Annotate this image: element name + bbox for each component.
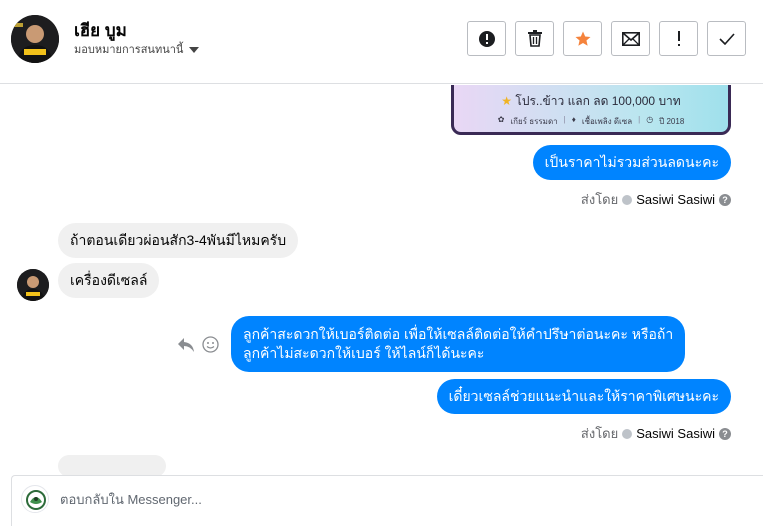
mark-done-button[interactable] [707,21,746,56]
message-text: ถ้าตอนเดียวผ่อนสัก3-4พันมีไหมครับ [70,232,287,248]
message-text: เครื่องดีเซลล์ [70,272,148,288]
mark-spam-button[interactable] [467,21,506,56]
star-button[interactable] [563,21,602,56]
mail-icon [621,31,640,46]
shared-image-card[interactable]: ★ โปร..ข้าว แลก ลด 100,000 บาท ✿ เกียร์ … [451,85,731,135]
agent-name[interactable]: Sasiwi Sasiwi [636,192,715,207]
assign-conversation-dropdown[interactable]: มอบหมายการสนทนานี้ [74,40,200,58]
image-meta: ✿ เกียร์ ธรรมดา | ♦ เชื้อเพลิง ดีเซล | ◷… [497,115,685,126]
assign-label: มอบหมายการสนทนานี้ [74,44,184,56]
meta-fuel: เชื้อเพลิง ดีเซล [581,117,633,126]
check-circle-icon [622,428,633,439]
star-icon: ★ [501,94,513,108]
conversation-panel: เฮีย บูม มอบหมายการสนทนานี้ ★ โปร..ข้าว … [0,0,763,526]
alert-circle-icon [478,30,495,47]
promo-text: โปร..ข้าว แลก ลด 100,000 บาท [515,94,681,108]
mark-unread-button[interactable] [611,21,650,56]
message-bubble[interactable]: เดี๋ยวเซลล์ช่วยแนะนำและให้ราคาพิเศษนะคะ [436,379,731,414]
meta-gear: เกียร์ ธรรมดา [510,117,558,126]
agent-name[interactable]: Sasiwi Sasiwi [636,426,715,441]
message-bubble-partial [58,455,166,475]
sent-by-prefix: ส่งโดย [580,426,619,441]
chevron-down-icon [189,46,200,53]
header-actions [467,21,746,56]
exclamation-icon [677,30,680,46]
smiley-icon[interactable] [202,336,219,353]
trash-icon [527,30,542,47]
fuel-icon: ♦ [571,115,576,124]
star-icon [575,31,590,46]
reply-input[interactable] [60,488,740,510]
page-avatar [21,485,49,513]
help-icon[interactable]: ? [719,427,731,440]
image-promo-text: ★ โปร..ข้าว แลก ลด 100,000 บาท [454,92,728,111]
message-text-line: ลูกค้าสะดวกให้เบอร์ติดต่อ เพื่อให้เซลล์ต… [243,326,674,342]
message-bubble[interactable]: เป็นราคาไม่รวมส่วนลดนะคะ [532,145,731,180]
message-bubble[interactable]: เครื่องดีเซลล์ [58,263,160,298]
message-text: เป็นราคาไม่รวมส่วนลดนะคะ [544,154,719,170]
message-thread[interactable]: ★ โปร..ข้าว แลก ลด 100,000 บาท ✿ เกียร์ … [0,85,763,475]
reply-icon[interactable] [177,337,195,353]
message-bubble[interactable]: ลูกค้าสะดวกให้เบอร์ติดต่อ เพื่อให้เซลล์ต… [231,316,686,372]
help-icon[interactable]: ? [719,193,731,206]
message-text-line: ลูกค้าไม่สะดวกให้เบอร์ ให้ไลน์ก็ได้นะคะ [243,345,485,361]
follow-up-button[interactable] [659,21,698,56]
meta-year: ปี 2018 [659,117,685,126]
clock-icon: ◷ [646,115,654,124]
message-bubble[interactable]: ถ้าตอนเดียวผ่อนสัก3-4พันมีไหมครับ [58,223,299,258]
sent-by-line: ส่งโดย Sasiwi Sasiwi ? [581,189,731,210]
check-circle-icon [622,194,633,205]
message-text: เดี๋ยวเซลล์ช่วยแนะนำและให้ราคาพิเศษนะคะ [448,388,719,404]
reply-composer [11,475,763,526]
delete-button[interactable] [515,21,554,56]
contact-avatar-small[interactable] [17,269,49,301]
gear-icon: ✿ [497,115,505,124]
sent-by-prefix: ส่งโดย [580,192,619,207]
sent-by-line: ส่งโดย Sasiwi Sasiwi ? [581,423,731,444]
contact-avatar[interactable] [11,15,59,63]
conversation-header: เฮีย บูม มอบหมายการสนทนานี้ [0,0,763,84]
checkmark-icon [718,32,735,45]
